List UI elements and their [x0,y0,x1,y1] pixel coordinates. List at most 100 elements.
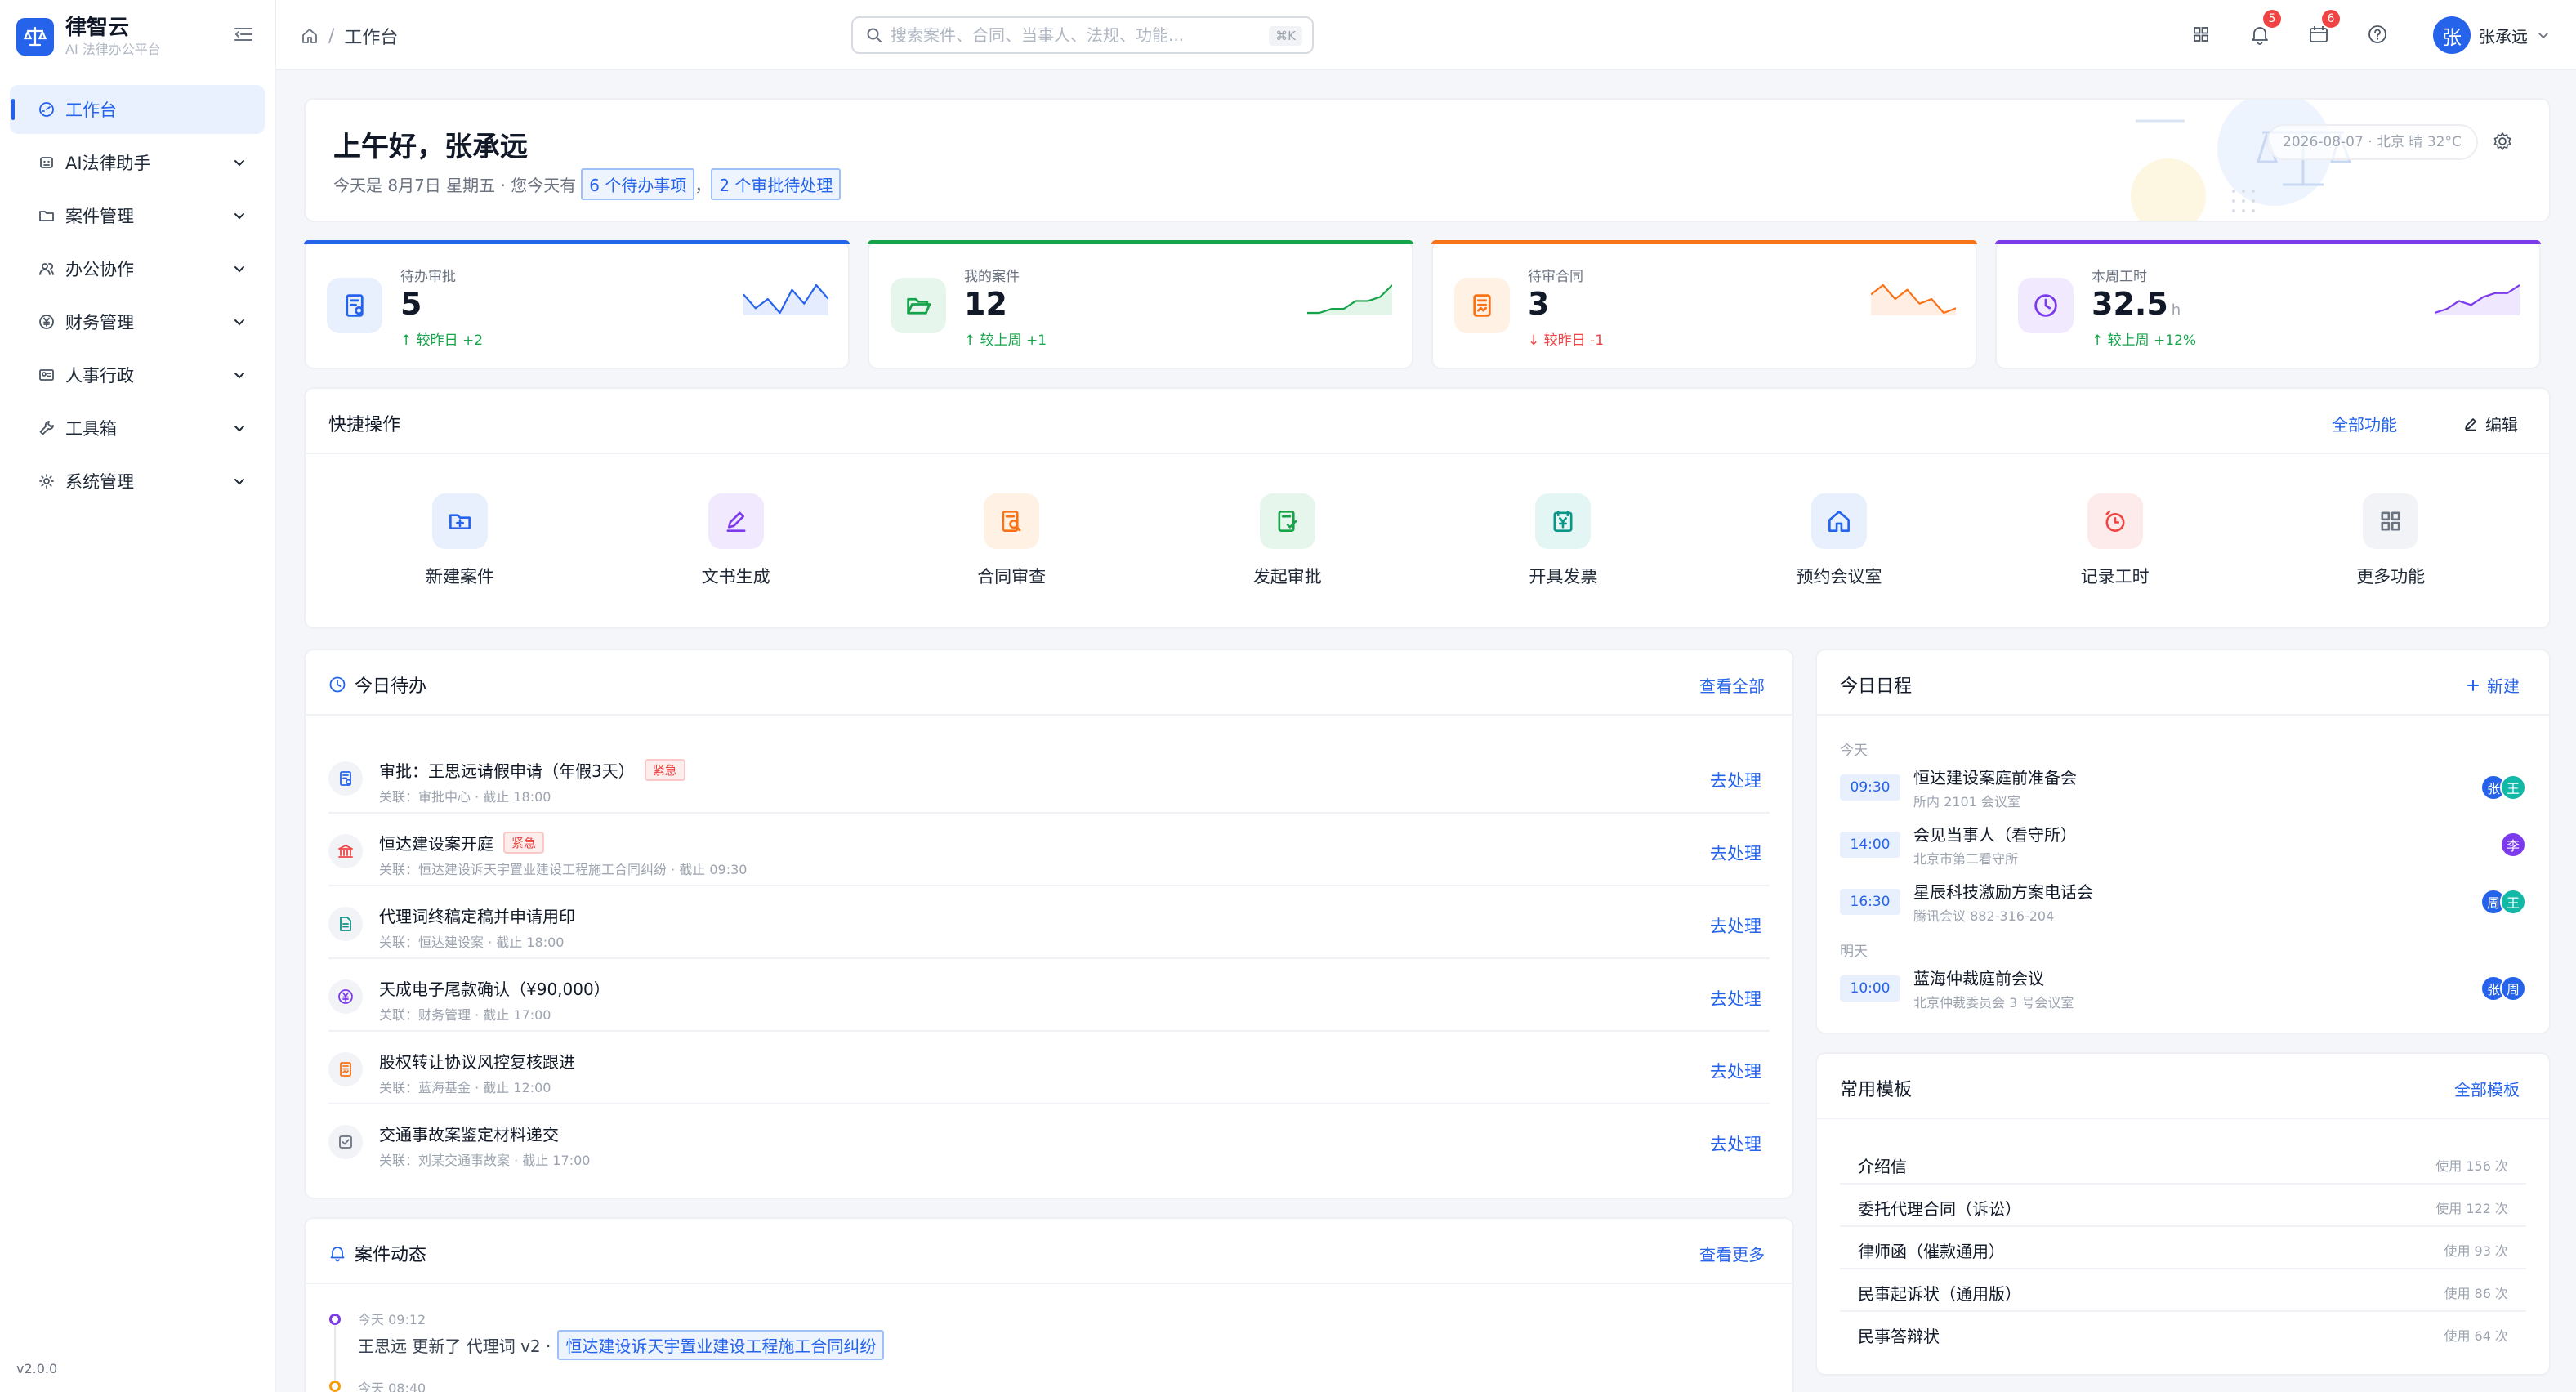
handle-todo-button[interactable]: 去处理 [1710,768,1761,792]
quick-action-label: 更多功能 [2356,567,2426,587]
todo-title: 天成电子尾款确认（¥90,000） [379,979,610,999]
quick-actions-title: 快捷操作 [328,415,401,435]
stat-card[interactable]: 待审合同 3 ↓ 较昨日 -1 [1431,240,1977,369]
feed-case-link[interactable]: 恒达建设诉天宇置业建设工程施工合同纠纷 [557,1330,885,1360]
stat-accent-bar [304,240,850,244]
todo-item[interactable]: 交通事故案鉴定材料递交 关联：刘某交通事故案 · 截止 17:00 去处理 [328,1105,1770,1177]
quick-action[interactable]: 预约会议室 [1778,493,1900,588]
todo-subtitle: 关联：刘某交通事故案 · 截止 17:00 [379,1153,591,1168]
schedule-item[interactable]: 10:00 蓝海仲裁庭前会议 北京仲裁委员会 3 号会议室 张周 [1840,966,2526,1016]
quick-action[interactable]: 新建案件 [399,493,521,588]
new-schedule-button[interactable]: 新建 [2466,673,2520,697]
quick-action[interactable]: 记录工时 [2054,493,2176,588]
topbar: / 工作台 ⌘K 5 6 张 张承远 [276,0,2576,70]
schedule-location: 北京仲裁委员会 3 号会议室 [1913,995,2074,1011]
chevron-down-icon[interactable] [232,315,247,329]
stat-card[interactable]: 本周工时 32.5 h ↑ 较上周 +12% [1995,240,2541,369]
breadcrumb-current: 工作台 [344,28,399,48]
help-icon[interactable] [2366,23,2389,46]
template-item[interactable]: 民事起诉状（通用版） 使用 86 次 [1840,1269,2526,1312]
apps-grid-icon[interactable] [2190,23,2212,46]
brand[interactable]: 律智云 AI 法律办公平台 [16,15,161,59]
stat-card[interactable]: 我的案件 12 ↑ 较上周 +1 [868,240,1413,369]
stat-value: 32.5 h [2092,286,2181,322]
sidebar-item[interactable]: 人事行政 [10,350,265,399]
stat-card[interactable]: 待办审批 5 ↑ 较昨日 +2 [304,240,850,369]
quick-action[interactable]: 发起审批 [1226,493,1349,588]
all-functions-link[interactable]: 全部功能 [2332,412,2397,435]
yen-icon [38,313,56,331]
sidebar-item[interactable]: 工具箱 [10,404,265,453]
sidebar-item[interactable]: 工作台 [10,85,265,134]
clock-icon [328,676,346,694]
edit-quick-button[interactable]: 编辑 [2462,412,2518,435]
handle-todo-button[interactable]: 去处理 [1710,1059,1761,1083]
sidebar-nav: 工作台 AI法律助手 案件管理 办公协作 财务管理 人事行政工具箱 系统管理 [10,85,265,510]
stat-value: 3 [1528,286,1550,322]
approval-count-link[interactable]: 2 个审批待处理 [711,168,842,200]
all-templates-link[interactable]: 全部模板 [2454,1077,2520,1100]
schedule-item[interactable]: 14:00 会见当事人（看守所） 北京市第二看守所 李 [1840,822,2526,872]
template-item[interactable]: 民事答辩状 使用 64 次 [1840,1312,2526,1354]
contract-icon [328,1052,363,1086]
stat-label: 本周工时 [2092,269,2147,285]
template-item[interactable]: 委托代理合同（诉讼） 使用 122 次 [1840,1185,2526,1227]
avatar: 周 [2500,975,2526,1002]
todo-item[interactable]: 代理词终稿定稿并申请用印 关联：恒达建设案 · 截止 18:00 去处理 [328,887,1770,959]
handle-todo-button[interactable]: 去处理 [1710,913,1761,938]
todo-item[interactable]: 审批：王思远请假申请（年假3天） 紧急 关联：审批中心 · 截止 18:00 去处理 [328,742,1770,814]
sidebar-item[interactable]: 案件管理 [10,191,265,240]
bell-icon[interactable]: 5 [2248,10,2281,46]
sidebar-item[interactable]: 办公协作 [10,244,265,293]
global-search[interactable]: ⌘K [851,16,1314,54]
template-name: 民事答辩状 [1858,1327,1940,1346]
stat-delta: ↑ 较上周 +1 [964,332,1047,349]
template-usage: 使用 156 次 [2435,1158,2508,1174]
sidebar-item[interactable]: 财务管理 [10,297,265,346]
todo-item[interactable]: 股权转让协议风控复核跟进 关联：蓝海基金 · 截止 12:00 去处理 [328,1033,1770,1104]
quick-action[interactable]: 合同审查 [950,493,1073,588]
template-item[interactable]: 介绍信 使用 156 次 [1840,1142,2526,1185]
chevron-down-icon[interactable] [232,261,247,276]
collapse-menu-icon[interactable] [232,23,255,46]
today-todo-heading: 今日待办 [328,671,426,698]
user-menu[interactable]: 张 张承远 [2433,16,2551,54]
wrench-icon [38,419,56,437]
handle-todo-button[interactable]: 去处理 [1710,841,1761,865]
handle-todo-button[interactable]: 去处理 [1710,986,1761,1011]
sidebar-item[interactable]: AI法律助手 [10,138,265,187]
chevron-down-icon[interactable] [232,474,247,489]
sidebar-item[interactable]: 系统管理 [10,457,265,506]
quick-action[interactable]: 文书生成 [675,493,797,588]
breadcrumb-separator: / [328,25,335,47]
view-more-feed-link[interactable]: 查看更多 [1699,1242,1765,1265]
search-input[interactable] [891,25,1250,45]
todo-item[interactable]: 天成电子尾款确认（¥90,000） 关联：财务管理 · 截止 17:00 去处理 [328,960,1770,1032]
quick-action[interactable]: 开具发票 [1502,493,1624,588]
stat-accent-bar [1431,240,1977,244]
stat-delta: ↑ 较昨日 +2 [400,332,484,349]
view-all-todo-link[interactable]: 查看全部 [1699,673,1765,697]
todo-item[interactable]: 恒达建设案开庭 紧急 关联：恒达建设诉天宇置业建设工程施工合同纠纷 · 截止 09:… [328,814,1770,886]
template-item[interactable]: 律师函（催款通用） 使用 93 次 [1840,1227,2526,1269]
home-icon[interactable] [301,27,319,45]
todo-title-row: 天成电子尾款确认（¥90,000） [379,976,610,1000]
calendar-icon[interactable]: 6 [2307,10,2340,46]
todo-title-row: 股权转让协议风控复核跟进 [379,1049,575,1073]
schedule-item[interactable]: 09:30 恒达建设案庭前准备会 所内 2101 会议室 张王 [1840,765,2526,815]
breadcrumb: / 工作台 [301,23,398,49]
chevron-down-icon[interactable] [232,208,247,223]
quick-action[interactable]: 更多功能 [2329,493,2452,588]
gear-icon [38,472,56,490]
chevron-down-icon [2536,28,2551,42]
court-icon [328,834,363,868]
search-icon [866,27,882,43]
todo-count-link[interactable]: 6 个待办事项 [581,168,695,200]
settings-gear-icon[interactable] [2492,131,2513,152]
chevron-down-icon[interactable] [232,368,247,382]
chevron-down-icon[interactable] [232,155,247,170]
handle-todo-button[interactable]: 去处理 [1710,1131,1761,1156]
schedule-item[interactable]: 16:30 星辰科技激励方案电话会 腾讯会议 882-316-204 周王 [1840,879,2526,930]
chevron-down-icon[interactable] [232,421,247,435]
case-feed-heading: 案件动态 [328,1240,426,1266]
